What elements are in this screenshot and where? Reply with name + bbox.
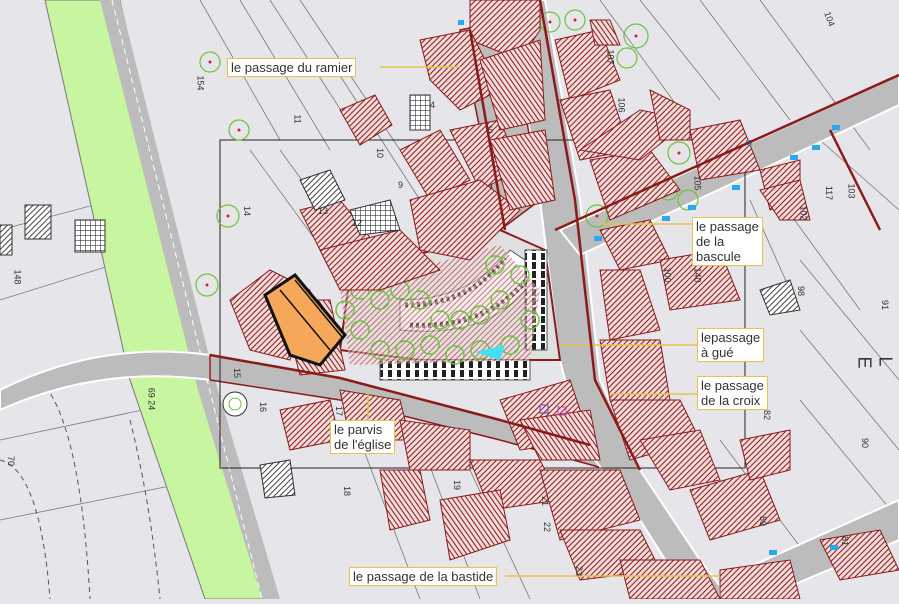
parcel-number: 15 <box>232 367 243 379</box>
label-line: le passage <box>701 378 764 393</box>
parcel-number: 140 <box>692 267 703 283</box>
parcel-number: 100 <box>662 267 673 283</box>
parcel-number: 11 <box>292 114 303 124</box>
label-parvis-de-l-eglise: le parvis de l'église <box>330 420 396 454</box>
label-passage-du-ramier: le passage du ramier <box>227 58 357 77</box>
parcel-number: 13 <box>318 206 329 216</box>
parcel-number: 81 <box>840 535 851 547</box>
parcel-number: 10 <box>375 147 386 159</box>
parcel-number: 19 <box>452 479 463 491</box>
label-line: bascule <box>696 249 741 264</box>
parcel-number: 17 <box>334 405 345 417</box>
label-line: le parvis <box>334 422 383 437</box>
parcel-number: 107 <box>605 49 616 65</box>
label-line: de la <box>696 234 725 249</box>
parcel-number: 91 <box>880 299 891 311</box>
label-line: à gué <box>701 345 734 360</box>
parcel-number: 105 <box>692 175 703 191</box>
parcel-number: 106 <box>616 97 627 113</box>
parcel-number: 103 <box>846 183 857 199</box>
parcel-number: 14 <box>242 205 253 217</box>
parcel-number: 82 <box>762 409 773 421</box>
label-line: de l'église <box>334 437 392 452</box>
parcel-number: 98 <box>796 285 807 297</box>
parcel-number: 12 <box>352 218 363 228</box>
parcel-number: 9 <box>398 180 404 190</box>
parcel-number: 22 <box>542 521 553 533</box>
parcel-number: 21 <box>540 495 551 507</box>
parcel-number: 89 <box>758 515 769 527</box>
parcel-number: 4 <box>430 100 436 110</box>
parcel-number: 70 <box>6 455 17 467</box>
street-letters: L E <box>854 356 896 377</box>
label-line: de la croix <box>701 393 761 408</box>
parcel-number: 90 <box>860 437 871 449</box>
label-line: le passage du ramier <box>231 60 353 75</box>
label-line: lepassage <box>701 330 761 345</box>
parcel-number: 23 <box>574 565 585 577</box>
label-passage-de-la-croix: le passage de la croix <box>697 376 768 410</box>
parcel-number: 117 <box>824 185 835 201</box>
parcel-number: 102 <box>798 205 809 221</box>
parcel-number: 18 <box>342 485 353 497</box>
parcel-number: 69 24 <box>146 387 157 411</box>
parcel-number: 16 <box>258 401 269 413</box>
label-passage-de-la-bascule: le passage de la bascule <box>692 217 763 266</box>
parcel-number: 5 <box>488 125 494 135</box>
label-passage-de-la-bastide: le passage de la bastide <box>349 567 498 586</box>
parcel-number: 148 <box>12 269 23 285</box>
cadastral-map: 154 148 14 11 10 13 12 9 5 4 104 107 106… <box>0 0 899 600</box>
label-line: le passage de la bastide <box>353 569 494 584</box>
parcel-number: 154 <box>195 75 206 91</box>
label-passage-a-gue: lepassage à gué <box>697 328 765 362</box>
label-line: le passage <box>696 219 759 234</box>
